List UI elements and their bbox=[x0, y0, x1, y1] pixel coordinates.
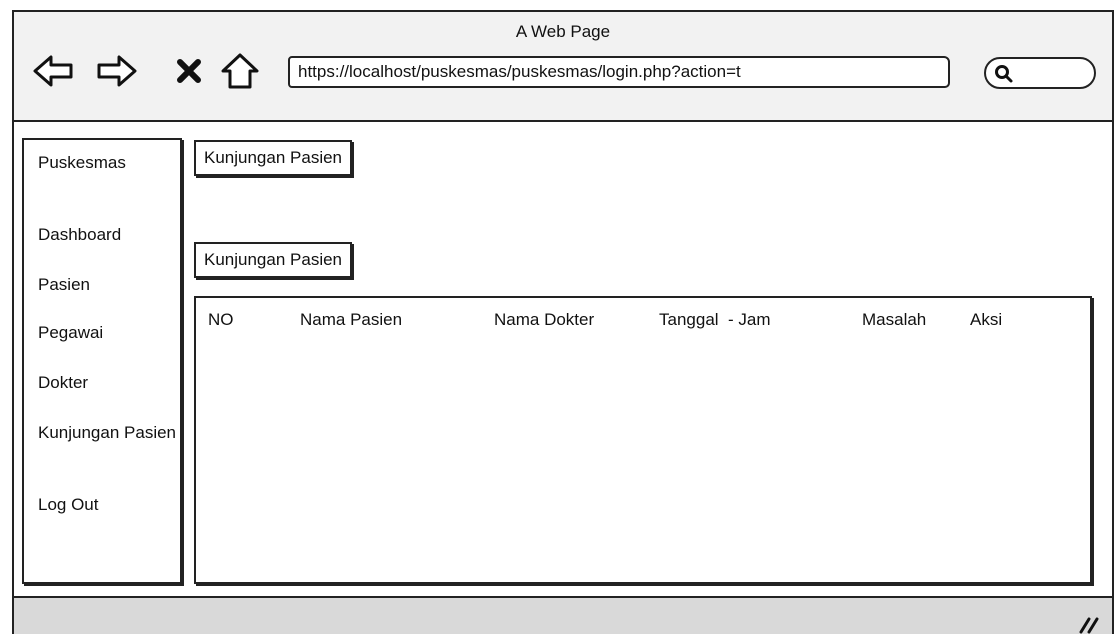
sidebar-item-pegawai[interactable]: Pegawai bbox=[38, 322, 178, 344]
search-icon bbox=[994, 64, 1014, 89]
visits-table: NO Nama Pasien Nama Dokter Tanggal - Jam… bbox=[194, 296, 1092, 584]
column-header-nama-dokter: Nama Dokter bbox=[494, 310, 595, 329]
column-header-no: NO bbox=[208, 310, 234, 329]
window-title: A Web Page bbox=[515, 22, 611, 41]
sidebar-item-log-out[interactable]: Log Out bbox=[38, 494, 178, 516]
browser-window: A Web Page https://localhost/puskesmas/p… bbox=[12, 10, 1114, 634]
search-input[interactable] bbox=[984, 57, 1096, 89]
column-header-nama-pasien: Nama Pasien bbox=[300, 310, 403, 329]
sidebar-item-dashboard[interactable]: Dashboard bbox=[38, 224, 178, 246]
resize-grip-icon[interactable] bbox=[1078, 616, 1100, 634]
section-title: Kunjungan Pasien bbox=[194, 242, 353, 278]
column-header-aksi: Aksi bbox=[970, 310, 1003, 329]
browser-toolbar: A Web Page https://localhost/puskesmas/p… bbox=[14, 12, 1112, 122]
status-bar bbox=[14, 596, 1112, 634]
sidebar-item-pasien[interactable]: Pasien bbox=[38, 274, 178, 296]
arrow-left-icon[interactable] bbox=[32, 54, 74, 88]
arrow-right-icon[interactable] bbox=[96, 54, 138, 88]
page-title: Kunjungan Pasien bbox=[194, 140, 353, 176]
url-input[interactable]: https://localhost/puskesmas/puskesmas/lo… bbox=[288, 56, 950, 88]
sidebar-item-dokter[interactable]: Dokter bbox=[38, 372, 178, 394]
close-icon[interactable] bbox=[176, 58, 202, 84]
home-icon[interactable] bbox=[220, 52, 260, 90]
sidebar-item-kunjungan-pasien[interactable]: Kunjungan Pasien bbox=[38, 422, 178, 444]
column-header-masalah: Masalah bbox=[862, 310, 927, 329]
column-header-tanggal-jam: Tanggal - Jam bbox=[659, 310, 771, 329]
sidebar: Puskesmas Dashboard Pasien Pegawai Dokte… bbox=[22, 138, 182, 584]
sidebar-brand: Puskesmas bbox=[38, 153, 126, 172]
